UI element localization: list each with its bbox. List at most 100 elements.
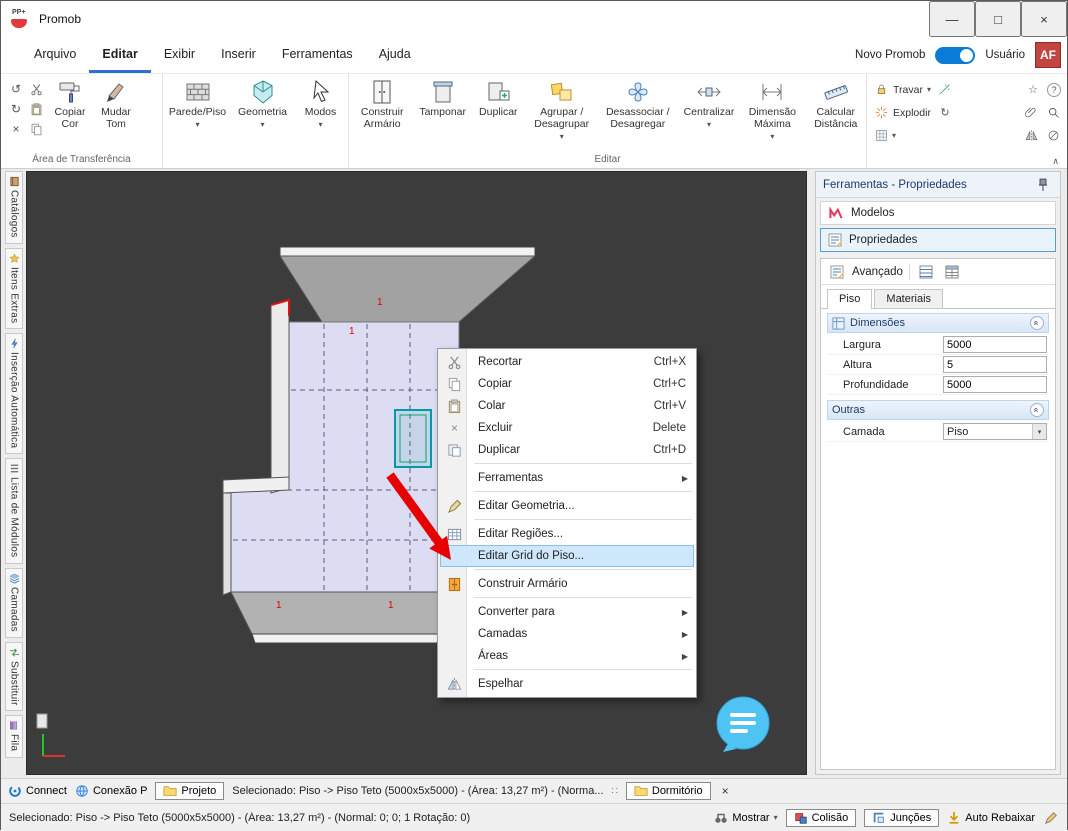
chevron-down-icon: ▾: [774, 814, 778, 822]
parede-piso-button[interactable]: Parede/Piso ▾: [168, 76, 228, 129]
sidebar-tab-itens-extras[interactable]: Itens Extras: [5, 248, 23, 329]
avatar[interactable]: AF: [1035, 42, 1061, 68]
sidebar-tab-insercao-automatica[interactable]: Inserção Automática: [5, 333, 23, 454]
conexao-p-button[interactable]: Conexão P: [75, 784, 147, 798]
grid-options-button[interactable]: ▾: [873, 124, 896, 147]
context-menu-item-editar-grid-do-piso[interactable]: Editar Grid do Piso...: [440, 545, 694, 567]
outras-section-header[interactable]: Outras «: [827, 400, 1049, 420]
chat-bubble-button[interactable]: [715, 696, 771, 754]
cut-icon[interactable]: [27, 80, 45, 98]
context-menu-item-excluir[interactable]: × Excluir Delete: [440, 417, 694, 439]
dimensao-maxima-button[interactable]: Dimensão Máxima ▾: [741, 76, 803, 141]
group-icon: [549, 79, 575, 105]
duplicar-button[interactable]: Duplicar: [472, 76, 525, 119]
sidebar-tab-lista-modulos[interactable]: Lista de Módulos: [5, 458, 23, 563]
context-menu-item-duplicar[interactable]: Duplicar Ctrl+D: [440, 439, 694, 461]
context-menu-item-ferramentas[interactable]: Ferramentas ▶: [440, 467, 694, 489]
drawing-canvas[interactable]: 1 1 1 1 Recortar Ctrl+X Copiar Ctrl+C: [26, 171, 807, 775]
ruler-icon: [823, 79, 849, 105]
auto-rebaixar-button[interactable]: Auto Rebaixar: [947, 811, 1035, 825]
sidebar-tab-substituir[interactable]: Substituir: [5, 642, 23, 712]
paperclip-icon[interactable]: [1023, 105, 1039, 121]
desassociar-button[interactable]: Desassociar / Desagregar: [599, 76, 677, 131]
mudar-tom-button[interactable]: Mudar Tom: [93, 76, 139, 131]
context-menu-item-recortar[interactable]: Recortar Ctrl+X: [440, 351, 694, 373]
context-menu-item-editar-geometria[interactable]: Editar Geometria...: [440, 495, 694, 517]
altura-field[interactable]: [943, 356, 1047, 373]
search-icon[interactable]: [1045, 105, 1061, 121]
propriedades-item[interactable]: Propriedades: [820, 228, 1056, 252]
avancado-button[interactable]: Avançado: [827, 261, 903, 283]
edit-tool-icon[interactable]: [1043, 810, 1059, 826]
copiar-cor-button[interactable]: Copiar Cor: [47, 76, 93, 131]
mostrar-button[interactable]: Mostrar ▾: [714, 811, 777, 825]
menu-editar[interactable]: Editar: [89, 37, 150, 73]
dormitorio-tab[interactable]: Dormitório: [626, 782, 711, 800]
largura-field[interactable]: [943, 336, 1047, 353]
grid-view-icon[interactable]: [942, 262, 962, 282]
context-menu-item-converter-para[interactable]: Converter para ▶: [440, 601, 694, 623]
colisao-toggle[interactable]: Colisão: [786, 809, 857, 827]
travar-button[interactable]: Travar ▾: [873, 78, 931, 101]
profundidade-field[interactable]: [943, 376, 1047, 393]
ribbon-collapse-button[interactable]: ∧: [1052, 156, 1059, 167]
help-icon[interactable]: ?: [1047, 83, 1061, 97]
workspace: Catálogos Itens Extras Inserção Automáti…: [1, 169, 1067, 778]
menu-ajuda[interactable]: Ajuda: [366, 37, 424, 73]
close-tab-button[interactable]: ×: [719, 784, 732, 798]
menu-ferramentas[interactable]: Ferramentas: [269, 37, 366, 73]
geometria-button[interactable]: Geometria ▾: [234, 76, 292, 129]
modos-button[interactable]: Modos ▾: [298, 76, 344, 129]
duplicate-icon: [485, 79, 511, 105]
paste-icon[interactable]: [27, 100, 45, 118]
selection-status-truncated: Selecionado: Piso -> Piso Teto (5000x5x5…: [232, 785, 603, 797]
mirror-icon[interactable]: [1023, 128, 1039, 144]
menu-arquivo[interactable]: Arquivo: [21, 37, 89, 73]
context-menu-item-espelhar[interactable]: Espelhar: [440, 673, 694, 695]
projeto-tab[interactable]: Projeto: [155, 782, 224, 800]
wand-icon[interactable]: [937, 82, 953, 98]
tab-piso[interactable]: Piso: [827, 289, 872, 309]
collapse-section-icon[interactable]: «: [1030, 316, 1044, 330]
construir-armario-button[interactable]: Construir Armário: [351, 76, 413, 131]
copy-icon: [445, 375, 464, 393]
context-menu-item-copiar[interactable]: Copiar Ctrl+C: [440, 373, 694, 395]
sidebar-tab-fila[interactable]: Fila: [5, 715, 23, 757]
centralizar-button[interactable]: Centralizar ▾: [679, 76, 739, 129]
tab-materiais[interactable]: Materiais: [874, 289, 943, 308]
collapse-section-icon[interactable]: «: [1030, 403, 1044, 417]
copy-icon[interactable]: [27, 120, 45, 138]
camada-dropdown[interactable]: Piso ▾: [943, 423, 1047, 440]
close-button[interactable]: ×: [1021, 1, 1067, 37]
delete-icon[interactable]: ×: [7, 120, 25, 138]
menu-inserir[interactable]: Inserir: [208, 37, 269, 73]
context-menu-item-areas[interactable]: Áreas ▶: [440, 645, 694, 667]
dimensoes-section-header[interactable]: Dimensões «: [827, 313, 1049, 333]
agrupar-button[interactable]: Agrupar / Desagrupar ▾: [527, 76, 597, 141]
menu-exibir[interactable]: Exibir: [151, 37, 208, 73]
minimize-button[interactable]: —: [929, 1, 975, 37]
novo-promob-toggle[interactable]: [935, 47, 975, 64]
context-menu-item-construir-armario[interactable]: Construir Armário: [440, 573, 694, 595]
context-menu-item-camadas[interactable]: Camadas ▶: [440, 623, 694, 645]
tamponar-button[interactable]: Tamponar: [415, 76, 470, 119]
sidebar-tab-camadas[interactable]: Camadas: [5, 568, 23, 638]
favorite-star-icon[interactable]: ☆: [1025, 82, 1041, 98]
context-menu-item-editar-regioes[interactable]: Editar Regiões...: [440, 523, 694, 545]
rotate-icon[interactable]: ↻: [937, 105, 953, 121]
modelos-item[interactable]: Modelos: [820, 201, 1056, 225]
redo-icon[interactable]: ↻: [7, 100, 25, 118]
connect-button[interactable]: Connect: [8, 784, 67, 798]
novo-promob-label: Novo Promob: [855, 49, 925, 61]
undo-icon[interactable]: ↺: [7, 80, 25, 98]
calcular-distancia-button[interactable]: Calcular Distância: [806, 76, 866, 131]
list-view-icon[interactable]: [916, 262, 936, 282]
pin-icon[interactable]: [1033, 175, 1053, 195]
ribbon: ↺ ↻ × Copiar Cor Mudar Tom Área de Trans…: [1, 73, 1067, 169]
context-menu-item-colar[interactable]: Colar Ctrl+V: [440, 395, 694, 417]
maximize-button[interactable]: □: [975, 1, 1021, 37]
juncoes-toggle[interactable]: Junções: [864, 809, 939, 827]
circle-slash-icon[interactable]: [1045, 128, 1061, 144]
explodir-button[interactable]: Explodir: [873, 101, 931, 124]
sidebar-tab-catalogos[interactable]: Catálogos: [5, 171, 23, 244]
